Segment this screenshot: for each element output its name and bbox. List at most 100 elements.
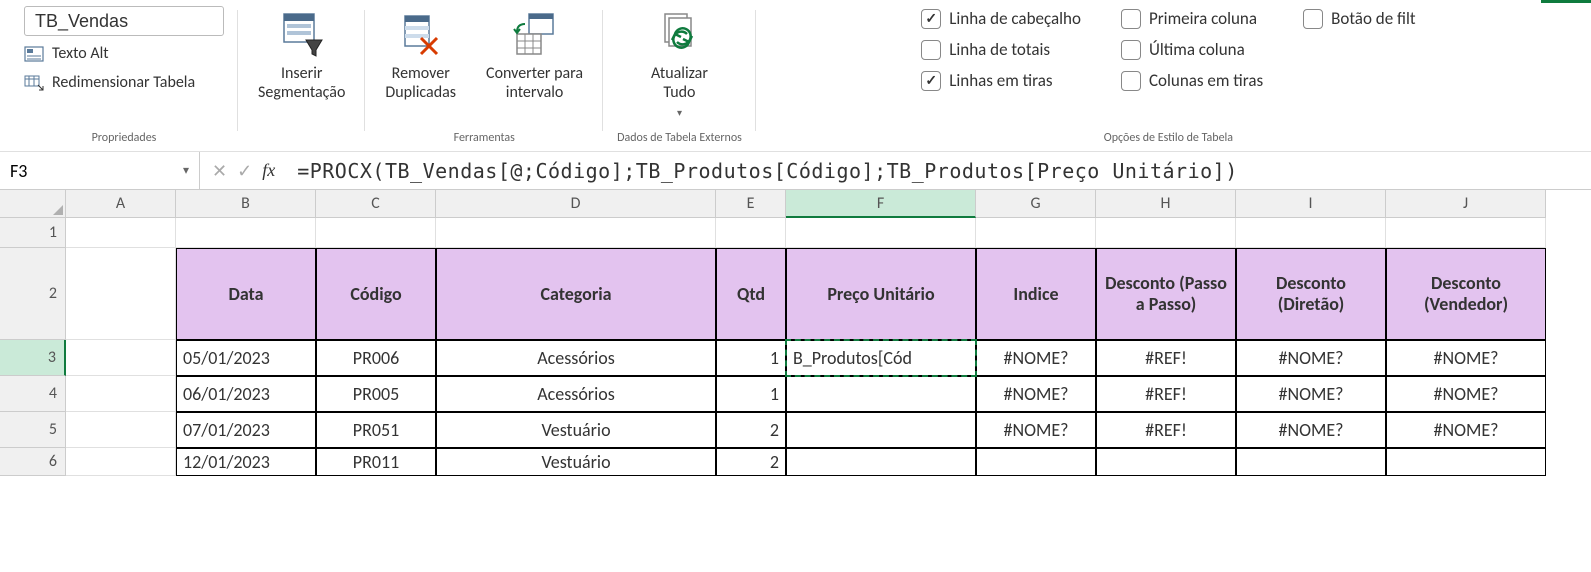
col-header-E[interactable]: E xyxy=(716,190,786,218)
col-header-C[interactable]: C xyxy=(316,190,436,218)
cell-B5[interactable]: 07/01/2023 xyxy=(176,412,316,448)
first-col-checkbox[interactable]: Primeira coluna xyxy=(1121,8,1263,29)
cell-H6[interactable] xyxy=(1096,448,1236,476)
cell-B1[interactable] xyxy=(176,218,316,248)
col-header-H[interactable]: H xyxy=(1096,190,1236,218)
refresh-all-label: Atualizar Tudo xyxy=(651,64,708,102)
row-header-4[interactable]: 4 xyxy=(0,376,66,412)
cell-A2[interactable] xyxy=(66,248,176,340)
col-header-A[interactable]: A xyxy=(66,190,176,218)
cell-B3[interactable]: 05/01/2023 xyxy=(176,340,316,376)
cell-F2[interactable]: Preço Unitário xyxy=(786,248,976,340)
cell-G1[interactable] xyxy=(976,218,1096,248)
cell-F4[interactable] xyxy=(786,376,976,412)
resize-table-button[interactable]: Redimensionar Tabela xyxy=(24,71,195,94)
cell-H4[interactable]: #REF! xyxy=(1096,376,1236,412)
table-name-input[interactable] xyxy=(24,6,224,36)
cell-G6[interactable] xyxy=(976,448,1096,476)
cell-J1[interactable] xyxy=(1386,218,1546,248)
col-header-I[interactable]: I xyxy=(1236,190,1386,218)
cell-H3[interactable]: #REF! xyxy=(1096,340,1236,376)
cell-H1[interactable] xyxy=(1096,218,1236,248)
insert-function-button[interactable]: fx xyxy=(262,160,275,181)
row-header-1[interactable]: 1 xyxy=(0,218,66,248)
row-header-5[interactable]: 5 xyxy=(0,412,66,448)
cell-E6[interactable]: 2 xyxy=(716,448,786,476)
cell-A6[interactable] xyxy=(66,448,176,476)
group-label-external: Dados de Tabela Externos xyxy=(617,131,742,149)
formula-input[interactable]: =PROCX(TB_Vendas[@;Código];TB_Produtos[C… xyxy=(287,159,1591,183)
alt-text-button[interactable]: Texto Alt xyxy=(24,42,109,65)
cell-G4[interactable]: #NOME? xyxy=(976,376,1096,412)
last-col-checkbox[interactable]: Última coluna xyxy=(1121,39,1263,60)
cell-G2[interactable]: Indice xyxy=(976,248,1096,340)
cancel-formula-button[interactable]: ✕ xyxy=(212,160,227,182)
cell-D3[interactable]: Acessórios xyxy=(436,340,716,376)
enter-formula-button[interactable]: ✓ xyxy=(237,160,252,182)
convert-to-range-button[interactable]: Converter para intervalo xyxy=(480,6,589,106)
row-header-6[interactable]: 6 xyxy=(0,448,66,476)
cell-A4[interactable] xyxy=(66,376,176,412)
cell-J3[interactable]: #NOME? xyxy=(1386,340,1546,376)
cell-J4[interactable]: #NOME? xyxy=(1386,376,1546,412)
col-header-D[interactable]: D xyxy=(436,190,716,218)
cell-B2[interactable]: Data xyxy=(176,248,316,340)
cell-C6[interactable]: PR011 xyxy=(316,448,436,476)
banded-rows-checkbox[interactable]: Linhas em tiras xyxy=(921,70,1081,91)
cell-I3[interactable]: #NOME? xyxy=(1236,340,1386,376)
cell-I1[interactable] xyxy=(1236,218,1386,248)
cell-B6[interactable]: 12/01/2023 xyxy=(176,448,316,476)
col-header-B[interactable]: B xyxy=(176,190,316,218)
cell-A5[interactable] xyxy=(66,412,176,448)
col-header-J[interactable]: J xyxy=(1386,190,1546,218)
chevron-down-icon[interactable]: ▾ xyxy=(183,163,189,178)
cell-D1[interactable] xyxy=(436,218,716,248)
cell-C1[interactable] xyxy=(316,218,436,248)
cell-C4[interactable]: PR005 xyxy=(316,376,436,412)
cell-G3[interactable]: #NOME? xyxy=(976,340,1096,376)
cell-J2[interactable]: Desconto (Vendedor) xyxy=(1386,248,1546,340)
cell-G5[interactable]: #NOME? xyxy=(976,412,1096,448)
cell-D5[interactable]: Vestuário xyxy=(436,412,716,448)
cell-J5[interactable]: #NOME? xyxy=(1386,412,1546,448)
insert-slicer-button[interactable]: Inserir Segmentação xyxy=(252,6,351,106)
cell-C5[interactable]: PR051 xyxy=(316,412,436,448)
col-header-F[interactable]: F xyxy=(786,190,976,218)
select-all-corner[interactable] xyxy=(0,190,66,218)
cell-D2[interactable]: Categoria xyxy=(436,248,716,340)
cell-A1[interactable] xyxy=(66,218,176,248)
cell-A3[interactable] xyxy=(66,340,176,376)
total-row-checkbox[interactable]: Linha de totais xyxy=(921,39,1081,60)
cell-F3[interactable]: B_Produtos[Cód xyxy=(786,340,976,376)
filter-button-checkbox[interactable]: Botão de filt xyxy=(1303,8,1415,29)
row-header-2[interactable]: 2 xyxy=(0,248,66,340)
row-header-3[interactable]: 3 xyxy=(0,340,66,376)
cell-F1[interactable] xyxy=(786,218,976,248)
convert-range-label: Converter para intervalo xyxy=(486,64,583,102)
cell-D6[interactable]: Vestuário xyxy=(436,448,716,476)
cell-D4[interactable]: Acessórios xyxy=(436,376,716,412)
cell-H5[interactable]: #REF! xyxy=(1096,412,1236,448)
cell-E5[interactable]: 2 xyxy=(716,412,786,448)
refresh-all-button[interactable]: Atualizar Tudo ▾ xyxy=(645,6,714,123)
cell-C3[interactable]: PR006 xyxy=(316,340,436,376)
remove-duplicates-button[interactable]: Remover Duplicadas xyxy=(379,6,462,106)
col-header-G[interactable]: G xyxy=(976,190,1096,218)
cell-E4[interactable]: 1 xyxy=(716,376,786,412)
cell-F6[interactable] xyxy=(786,448,976,476)
header-row-checkbox[interactable]: Linha de cabeçalho xyxy=(921,8,1081,29)
cell-E3[interactable]: 1 xyxy=(716,340,786,376)
cell-I6[interactable] xyxy=(1236,448,1386,476)
cell-J6[interactable] xyxy=(1386,448,1546,476)
name-box[interactable]: F3 ▾ xyxy=(0,152,200,189)
cell-E2[interactable]: Qtd xyxy=(716,248,786,340)
cell-H2[interactable]: Desconto (Passo a Passo) xyxy=(1096,248,1236,340)
cell-I2[interactable]: Desconto (Diretão) xyxy=(1236,248,1386,340)
cell-B4[interactable]: 06/01/2023 xyxy=(176,376,316,412)
cell-E1[interactable] xyxy=(716,218,786,248)
cell-I5[interactable]: #NOME? xyxy=(1236,412,1386,448)
cell-F5[interactable] xyxy=(786,412,976,448)
banded-cols-checkbox[interactable]: Colunas em tiras xyxy=(1121,70,1263,91)
cell-C2[interactable]: Código xyxy=(316,248,436,340)
cell-I4[interactable]: #NOME? xyxy=(1236,376,1386,412)
